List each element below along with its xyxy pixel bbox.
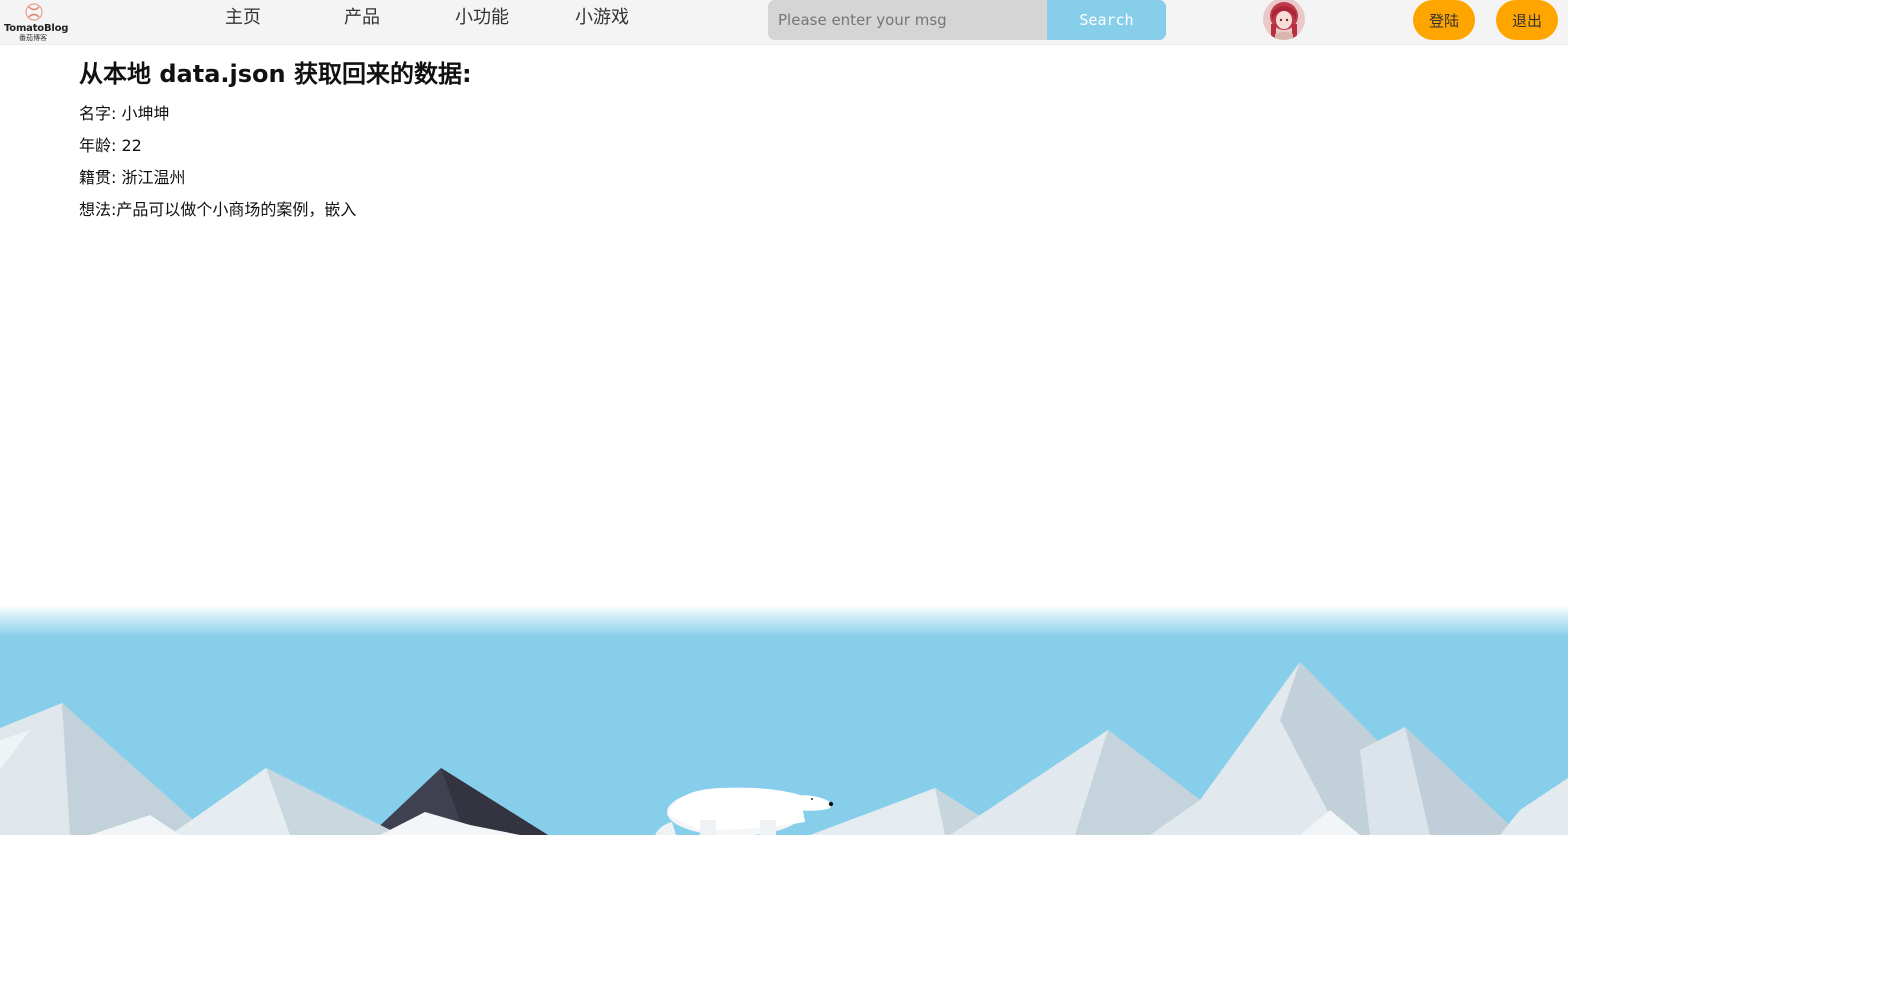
footer-arctic-scene <box>0 590 1568 836</box>
info-row-idea: 想法:产品可以做个小商场的案例，嵌入 <box>79 200 357 219</box>
logo-subtitle: 番茄博客 <box>19 34 47 42</box>
search-input[interactable] <box>768 0 1047 40</box>
avatar-image <box>1263 0 1305 40</box>
top-navbar: TomatoBlog 番茄博客 主页 产品 小功能 小游戏 Search 登陆 … <box>0 0 1568 45</box>
avatar[interactable] <box>1263 0 1305 40</box>
logo-name: TomatoBlog <box>4 23 69 34</box>
site-logo[interactable]: TomatoBlog 番茄博客 <box>4 0 69 44</box>
page-title: 从本地 data.json 获取回来的数据: <box>79 60 472 88</box>
main-content: 从本地 data.json 获取回来的数据: 名字: 小坤坤 年龄: 22 籍贯… <box>79 58 472 226</box>
nav-item-games[interactable]: 小游戏 <box>575 6 629 30</box>
logo-icon <box>25 3 43 21</box>
info-row-hometown: 籍贯: 浙江温州 <box>79 168 186 187</box>
info-row-name: 名字: 小坤坤 <box>79 104 170 123</box>
nav-item-home[interactable]: 主页 <box>225 6 261 30</box>
nav-item-tools[interactable]: 小功能 <box>455 6 509 30</box>
search-button[interactable]: Search <box>1047 0 1166 40</box>
search-bar: Search <box>768 0 1166 40</box>
logout-button[interactable]: 退出 <box>1496 0 1558 40</box>
info-row-age: 年龄: 22 <box>79 136 142 155</box>
arctic-illustration <box>0 590 1568 836</box>
nav-item-products[interactable]: 产品 <box>344 6 380 30</box>
login-button[interactable]: 登陆 <box>1413 0 1475 40</box>
